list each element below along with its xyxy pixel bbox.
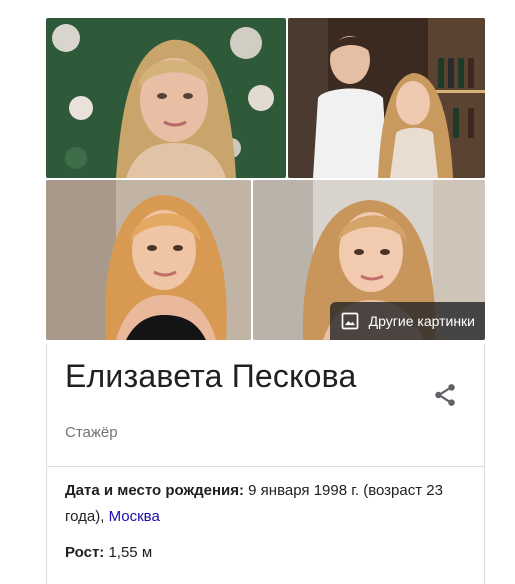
fact-birth: Дата и место рождения: 9 января 1998 г. … [65, 478, 470, 530]
birth-place-link[interactable]: Москва [109, 508, 160, 525]
more-images-label: Другие картинки [368, 313, 475, 329]
photo-3-image [46, 180, 251, 340]
knowledge-panel: Другие картинки Елизавета Пескова Стажёр… [46, 18, 485, 584]
more-images-button[interactable]: Другие картинки [329, 302, 485, 340]
photo-1-image [46, 18, 286, 178]
photo-2[interactable] [288, 18, 485, 178]
divider [47, 466, 484, 467]
fact-birth-label: Дата и место рождения: [65, 482, 244, 499]
photo-4[interactable]: Другие картинки [253, 180, 485, 340]
photo-2-image [288, 18, 485, 178]
fact-height-value: 1,55 м [108, 544, 153, 561]
image-icon [341, 312, 359, 330]
photo-1[interactable] [46, 18, 286, 178]
share-icon [435, 384, 455, 406]
fact-height-label: Рост: [65, 544, 105, 561]
photo-3[interactable] [46, 180, 251, 340]
share-button[interactable] [432, 382, 458, 408]
entity-title: Елизавета Пескова [65, 358, 357, 394]
entity-subtitle: Стажёр [65, 424, 118, 441]
fact-height: Рост: 1,55 м [65, 540, 470, 566]
facts-list: Дата и место рождения: 9 января 1998 г. … [65, 478, 470, 576]
entity-card: Елизавета Пескова Стажёр Дата и место ро… [46, 344, 485, 584]
